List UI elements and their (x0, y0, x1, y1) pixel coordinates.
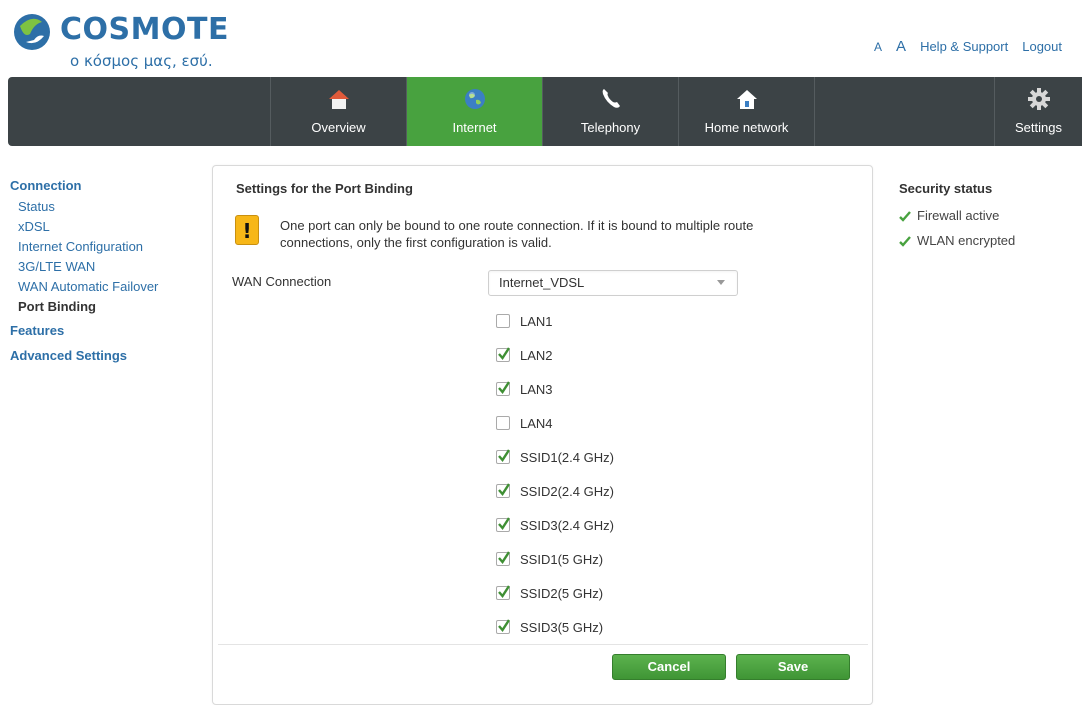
port-checkbox[interactable] (496, 416, 510, 430)
port-option-lan3[interactable]: LAN3 (496, 379, 553, 399)
nav-empty-slot (814, 77, 994, 146)
port-option-lan2[interactable]: LAN2 (496, 345, 553, 365)
sidebar-item-wan-automatic-failover[interactable]: WAN Automatic Failover (18, 277, 200, 297)
warning-icon: ! (235, 215, 259, 245)
checkmark-icon (498, 449, 510, 462)
help-support-link[interactable]: Help & Support (920, 39, 1008, 54)
nav-home-network-label: Home network (704, 120, 789, 135)
security-status-title: Security status (899, 181, 993, 196)
port-label: SSID1(2.4 GHz) (520, 449, 614, 465)
port-label: LAN2 (520, 347, 553, 363)
port-checkbox[interactable] (496, 381, 510, 396)
port-label: SSID2(2.4 GHz) (520, 483, 614, 499)
sidebar-item-port-binding[interactable]: Port Binding (18, 297, 200, 317)
sidebar: Connection Status xDSL Internet Configur… (10, 178, 200, 363)
footer-divider (218, 644, 868, 645)
port-option-ssid3-2-4-ghz[interactable]: SSID3(2.4 GHz) (496, 515, 614, 535)
globe-icon (464, 89, 485, 109)
warning-line-2: connections, only the first configuratio… (280, 235, 552, 250)
port-checkbox[interactable] (496, 585, 510, 600)
brand-tagline: ο κόσμος μας, εσύ. (70, 52, 213, 70)
cancel-button[interactable]: Cancel (612, 654, 726, 680)
security-item-label: Firewall active (917, 208, 1000, 223)
security-item-wlan: WLAN encrypted (899, 233, 1069, 248)
sidebar-advanced-settings[interactable]: Advanced Settings (10, 348, 200, 363)
nav-internet-label: Internet (452, 120, 497, 135)
port-label: LAN3 (520, 381, 553, 397)
port-checkbox[interactable] (496, 449, 510, 464)
home-network-icon (736, 90, 757, 109)
port-checkbox[interactable] (496, 619, 510, 634)
port-checkbox[interactable] (496, 517, 510, 532)
checkmark-icon (498, 347, 510, 360)
sidebar-item-internet-configuration[interactable]: Internet Configuration (18, 237, 200, 257)
checkmark-icon (498, 381, 510, 394)
port-option-lan4[interactable]: LAN4 (496, 413, 553, 433)
warning-line-1: One port can only be bound to one route … (280, 218, 754, 233)
port-label: SSID3(5 GHz) (520, 619, 604, 635)
panel-title: Settings for the Port Binding (236, 181, 413, 196)
nav-internet[interactable]: Internet (406, 77, 542, 146)
check-icon (899, 235, 911, 247)
port-label: LAN1 (520, 313, 553, 329)
checkmark-icon (498, 517, 510, 530)
nav-telephony[interactable]: Telephony (542, 77, 678, 146)
port-label: SSID3(2.4 GHz) (520, 517, 614, 533)
port-option-ssid1-2-4-ghz[interactable]: SSID1(2.4 GHz) (496, 447, 614, 467)
check-icon (899, 210, 911, 222)
port-checkbox[interactable] (496, 551, 510, 566)
logout-link[interactable]: Logout (1022, 39, 1062, 54)
security-item-firewall: Firewall active (899, 208, 1069, 223)
port-label: LAN4 (520, 415, 553, 431)
port-label: SSID1(5 GHz) (520, 551, 604, 567)
font-decrease-link[interactable]: A (874, 40, 882, 54)
chevron-down-icon (717, 280, 725, 285)
port-option-ssid2-5-ghz[interactable]: SSID2(5 GHz) (496, 583, 603, 603)
port-binding-panel: Settings for the Port Binding ! One port… (212, 165, 873, 705)
nav-settings[interactable]: Settings (994, 77, 1082, 146)
gear-icon (1027, 88, 1050, 110)
port-checkbox[interactable] (496, 314, 510, 328)
nav-settings-label: Settings (1015, 120, 1062, 135)
main-navigation: Overview Internet Telephony Home network (8, 77, 1082, 146)
cosmote-logo-icon (14, 14, 50, 50)
nav-overview[interactable]: Overview (270, 77, 406, 146)
port-option-ssid2-2-4-ghz[interactable]: SSID2(2.4 GHz) (496, 481, 614, 501)
brand-name: COSMOTE (60, 12, 229, 47)
sidebar-features[interactable]: Features (10, 323, 200, 338)
port-checkbox[interactable] (496, 347, 510, 362)
wan-connection-select[interactable]: Internet_VDSL (488, 270, 738, 296)
house-icon (328, 90, 349, 109)
checkmark-icon (498, 619, 510, 632)
port-option-ssid3-5-ghz[interactable]: SSID3(5 GHz) (496, 617, 603, 637)
phone-icon (602, 89, 620, 108)
cosmote-logo[interactable]: COSMOTE ο κόσμος μας, εσύ. (8, 6, 228, 74)
security-item-label: WLAN encrypted (917, 233, 1016, 248)
sidebar-item-xdsl[interactable]: xDSL (18, 217, 200, 237)
checkmark-icon (498, 551, 510, 564)
port-option-lan1[interactable]: LAN1 (496, 311, 553, 331)
port-label: SSID2(5 GHz) (520, 585, 604, 601)
font-increase-link[interactable]: A (896, 38, 906, 55)
wan-connection-label: WAN Connection (232, 274, 332, 289)
security-status: Security status Firewall active WLAN enc… (899, 181, 1069, 258)
top-links: A A Help & Support Logout (874, 38, 1062, 55)
save-button[interactable]: Save (736, 654, 850, 680)
sidebar-item-3g-lte-wan[interactable]: 3G/LTE WAN (18, 257, 200, 277)
port-option-ssid1-5-ghz[interactable]: SSID1(5 GHz) (496, 549, 603, 569)
warning-message: One port can only be bound to one route … (280, 217, 840, 251)
nav-home-network[interactable]: Home network (678, 77, 814, 146)
port-checkbox[interactable] (496, 483, 510, 498)
nav-overview-label: Overview (311, 120, 366, 135)
wan-connection-value: Internet_VDSL (499, 275, 585, 290)
checkmark-icon (498, 585, 510, 598)
nav-telephony-label: Telephony (580, 120, 641, 135)
sidebar-connection[interactable]: Connection (10, 178, 200, 193)
checkmark-icon (498, 483, 510, 496)
sidebar-item-status[interactable]: Status (18, 197, 200, 217)
